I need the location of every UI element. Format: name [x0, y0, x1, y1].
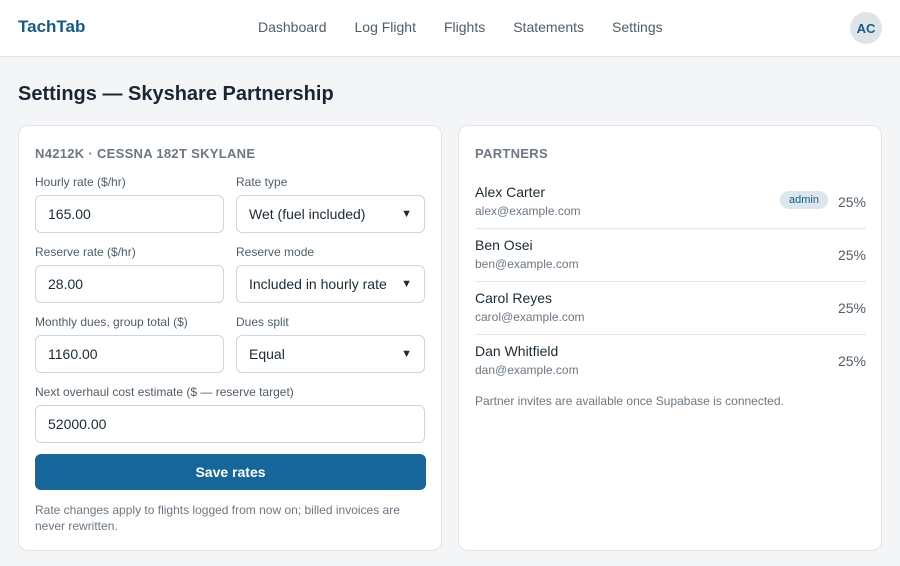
- rate-type-label: Rate type: [236, 175, 288, 189]
- monthly-dues-input[interactable]: 1160.00: [35, 335, 224, 373]
- rate-type-value: Wet (fuel included): [249, 206, 366, 222]
- hourly-rate-input[interactable]: 165.00: [35, 195, 224, 233]
- partner-email: alex@example.com: [475, 204, 581, 218]
- partner-list: Alex Carter alex@example.com admin 25% B…: [475, 176, 866, 388]
- nav-links: Dashboard Log Flight Flights Statements …: [258, 19, 691, 35]
- reserve-mode-value: Included in hourly rate: [249, 276, 387, 292]
- partner-share: 25%: [837, 353, 866, 369]
- partner-row: Dan Whitfield dan@example.com 25%: [475, 335, 866, 388]
- page-title: Settings — Skyshare Partnership: [18, 83, 334, 105]
- overhaul-value: 52000.00: [48, 416, 107, 432]
- nav-log-flight[interactable]: Log Flight: [355, 19, 416, 35]
- reserve-rate-input[interactable]: 28.00: [35, 265, 224, 303]
- monthly-dues-value: 1160.00: [48, 346, 98, 362]
- rate-type-select[interactable]: Wet (fuel included) ▼: [236, 195, 425, 233]
- reserve-mode-field: Reserve mode Included in hourly rate ▼: [236, 245, 425, 303]
- partner-share: 25%: [837, 300, 866, 316]
- reserve-mode-select[interactable]: Included in hourly rate ▼: [236, 265, 425, 303]
- partner-email: carol@example.com: [475, 310, 585, 324]
- aircraft-heading: N4212K · CESSNA 182T SKYLANE: [35, 146, 256, 161]
- partner-row: Ben Osei ben@example.com 25%: [475, 229, 866, 282]
- invite-note: Partner invites are available once Supab…: [475, 394, 784, 408]
- partners-card: PARTNERS Alex Carter alex@example.com ad…: [458, 125, 882, 551]
- chevron-down-icon: ▼: [401, 348, 412, 360]
- dues-split-select[interactable]: Equal ▼: [236, 335, 425, 373]
- hourly-rate-value: 165.00: [48, 206, 91, 222]
- partner-name: Alex Carter: [475, 184, 546, 200]
- reserve-mode-label: Reserve mode: [236, 245, 315, 259]
- app-logo[interactable]: TachTab: [18, 17, 85, 37]
- partner-email: ben@example.com: [475, 257, 579, 271]
- nav-flights[interactable]: Flights: [444, 19, 485, 35]
- nav-settings[interactable]: Settings: [612, 19, 663, 35]
- avatar[interactable]: AC: [850, 12, 882, 44]
- monthly-dues-label: Monthly dues, group total ($): [35, 315, 188, 329]
- nav-dashboard[interactable]: Dashboard: [258, 19, 327, 35]
- dues-split-value: Equal: [249, 346, 285, 362]
- partner-row: Carol Reyes carol@example.com 25%: [475, 282, 866, 335]
- aircraft-rates-card: N4212K · CESSNA 182T SKYLANE Hourly rate…: [18, 125, 442, 551]
- partner-name: Ben Osei: [475, 237, 533, 253]
- partner-name: Carol Reyes: [475, 290, 553, 306]
- partner-share: 25%: [837, 194, 866, 210]
- save-rates-button[interactable]: Save rates: [35, 454, 426, 490]
- rate-type-field: Rate type Wet (fuel included) ▼: [236, 175, 425, 233]
- reserve-rate-field: Reserve rate ($/hr) 28.00: [35, 245, 224, 303]
- hourly-rate-label: Hourly rate ($/hr): [35, 175, 126, 189]
- reserve-rate-value: 28.00: [48, 276, 84, 292]
- admin-badge: admin: [780, 191, 828, 209]
- nav-statements[interactable]: Statements: [513, 19, 584, 35]
- partner-share: 25%: [837, 247, 866, 263]
- partner-row: Alex Carter alex@example.com admin 25%: [475, 176, 866, 229]
- partner-email: dan@example.com: [475, 363, 579, 377]
- partners-heading: PARTNERS: [475, 146, 548, 161]
- overhaul-label: Next overhaul cost estimate ($ — reserve…: [35, 385, 294, 399]
- dues-split-label: Dues split: [236, 315, 289, 329]
- dues-split-field: Dues split Equal ▼: [236, 315, 425, 373]
- overhaul-field: Next overhaul cost estimate ($ — reserve…: [35, 385, 425, 443]
- chevron-down-icon: ▼: [401, 278, 412, 290]
- partner-name: Dan Whitfield: [475, 343, 559, 359]
- chevron-down-icon: ▼: [401, 208, 412, 220]
- monthly-dues-field: Monthly dues, group total ($) 1160.00: [35, 315, 224, 373]
- hourly-rate-field: Hourly rate ($/hr) 165.00: [35, 175, 224, 233]
- rates-note: Rate changes apply to flights logged fro…: [35, 503, 400, 533]
- reserve-rate-label: Reserve rate ($/hr): [35, 245, 136, 259]
- overhaul-input[interactable]: 52000.00: [35, 405, 425, 443]
- top-nav: TachTab Dashboard Log Flight Flights Sta…: [0, 0, 900, 57]
